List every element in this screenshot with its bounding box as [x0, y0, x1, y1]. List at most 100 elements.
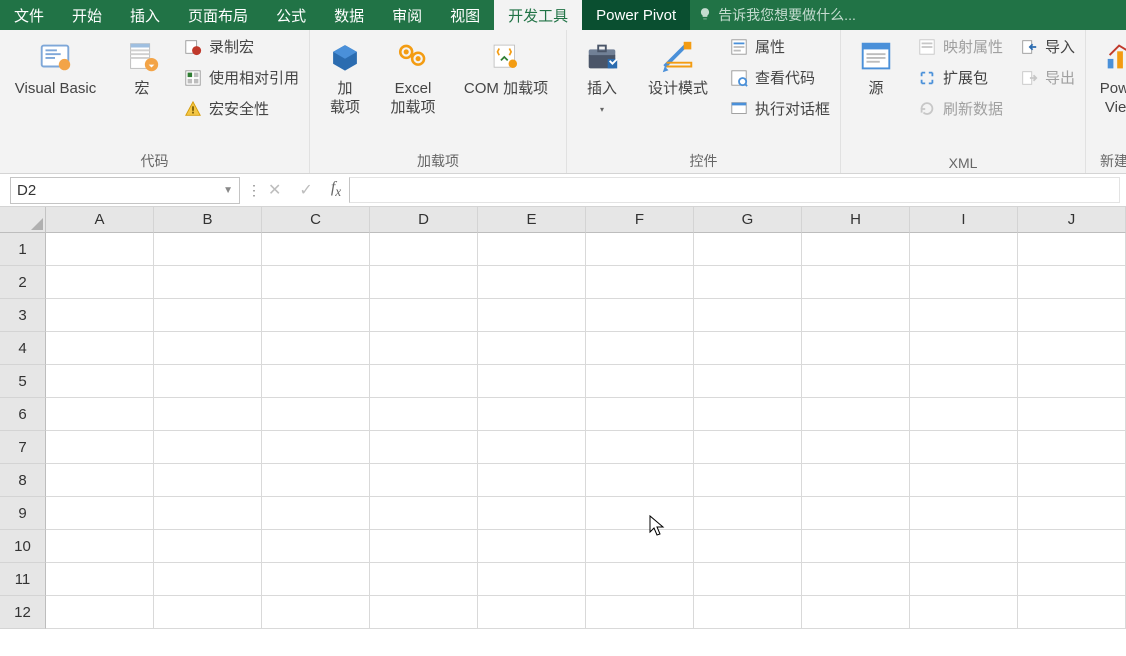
cell[interactable] [154, 332, 262, 365]
cell[interactable] [694, 431, 802, 464]
tell-me-search[interactable]: 告诉我您想要做什么... [698, 0, 856, 30]
cell[interactable] [586, 299, 694, 332]
cell[interactable] [802, 530, 910, 563]
tab-view[interactable]: 视图 [436, 0, 494, 30]
com-addins-button[interactable]: COM 加载项 [452, 34, 560, 99]
cell[interactable] [802, 464, 910, 497]
cell[interactable] [370, 530, 478, 563]
cell[interactable] [586, 266, 694, 299]
cell[interactable] [46, 233, 154, 266]
cell[interactable] [1018, 431, 1126, 464]
chevron-down-icon[interactable]: ▼ [223, 185, 233, 196]
properties-button[interactable]: 属性 [725, 34, 834, 59]
cell[interactable] [910, 530, 1018, 563]
enter-formula-button[interactable]: ✓ [299, 180, 312, 200]
cell[interactable] [586, 530, 694, 563]
cell[interactable] [46, 365, 154, 398]
cell[interactable] [154, 299, 262, 332]
cell[interactable] [262, 266, 370, 299]
cell[interactable] [1018, 365, 1126, 398]
cell[interactable] [586, 365, 694, 398]
record-macro-button[interactable]: 录制宏 [179, 34, 303, 59]
cells-area[interactable] [46, 233, 1126, 629]
cell[interactable] [46, 266, 154, 299]
cell[interactable] [694, 530, 802, 563]
cell[interactable] [802, 497, 910, 530]
cell[interactable] [478, 464, 586, 497]
row-header[interactable]: 5 [0, 365, 46, 398]
cell[interactable] [154, 464, 262, 497]
cell[interactable] [1018, 530, 1126, 563]
row-header[interactable]: 12 [0, 596, 46, 629]
insert-function-button[interactable]: fx [331, 179, 341, 200]
cell[interactable] [46, 497, 154, 530]
cell[interactable] [1018, 398, 1126, 431]
xml-export-button[interactable]: 导出 [1015, 65, 1079, 90]
cell[interactable] [262, 398, 370, 431]
cell[interactable] [46, 332, 154, 365]
cell[interactable] [694, 299, 802, 332]
macro-security-button[interactable]: 宏安全性 [179, 96, 303, 121]
cell[interactable] [694, 233, 802, 266]
cell[interactable] [1018, 299, 1126, 332]
cell[interactable] [262, 233, 370, 266]
cell[interactable] [46, 431, 154, 464]
cell[interactable] [370, 398, 478, 431]
row-header[interactable]: 3 [0, 299, 46, 332]
cell[interactable] [910, 233, 1018, 266]
cell[interactable] [694, 596, 802, 629]
cell[interactable] [478, 431, 586, 464]
cell[interactable] [910, 332, 1018, 365]
view-code-button[interactable]: 查看代码 [725, 65, 834, 90]
row-header[interactable]: 6 [0, 398, 46, 431]
column-header[interactable]: G [694, 207, 802, 233]
row-header[interactable]: 8 [0, 464, 46, 497]
cell[interactable] [478, 365, 586, 398]
row-header[interactable]: 1 [0, 233, 46, 266]
cell[interactable] [802, 233, 910, 266]
cell[interactable] [154, 431, 262, 464]
cell[interactable] [46, 299, 154, 332]
cell[interactable] [694, 398, 802, 431]
cell[interactable] [262, 332, 370, 365]
cell[interactable] [478, 266, 586, 299]
macros-button[interactable]: 宏 [113, 34, 171, 99]
column-header[interactable]: B [154, 207, 262, 233]
cell[interactable] [910, 563, 1018, 596]
cell[interactable] [586, 398, 694, 431]
cell[interactable] [46, 530, 154, 563]
cell[interactable] [370, 299, 478, 332]
row-header[interactable]: 7 [0, 431, 46, 464]
cell[interactable] [802, 398, 910, 431]
tab-home[interactable]: 开始 [58, 0, 116, 30]
cell[interactable] [586, 596, 694, 629]
cell[interactable] [1018, 233, 1126, 266]
power-view-button[interactable]: Power View [1092, 34, 1126, 118]
cell[interactable] [46, 596, 154, 629]
xml-import-button[interactable]: 导入 [1015, 34, 1079, 59]
cell[interactable] [46, 464, 154, 497]
cell[interactable] [262, 530, 370, 563]
cell[interactable] [370, 233, 478, 266]
column-header[interactable]: D [370, 207, 478, 233]
insert-control-button[interactable]: 插入 ▾ [573, 34, 631, 114]
column-header[interactable]: C [262, 207, 370, 233]
cell[interactable] [802, 431, 910, 464]
cell[interactable] [370, 563, 478, 596]
tab-data[interactable]: 数据 [320, 0, 378, 30]
row-header[interactable]: 10 [0, 530, 46, 563]
cell[interactable] [262, 299, 370, 332]
cell[interactable] [694, 563, 802, 596]
cell[interactable] [586, 332, 694, 365]
cell[interactable] [262, 596, 370, 629]
addins-button[interactable]: 加 载项 [316, 34, 374, 118]
cell[interactable] [478, 497, 586, 530]
cell[interactable] [694, 266, 802, 299]
cell[interactable] [370, 266, 478, 299]
cell[interactable] [478, 299, 586, 332]
cell[interactable] [910, 431, 1018, 464]
cell[interactable] [478, 596, 586, 629]
cell[interactable] [46, 563, 154, 596]
cell[interactable] [910, 266, 1018, 299]
tab-file[interactable]: 文件 [0, 0, 58, 30]
